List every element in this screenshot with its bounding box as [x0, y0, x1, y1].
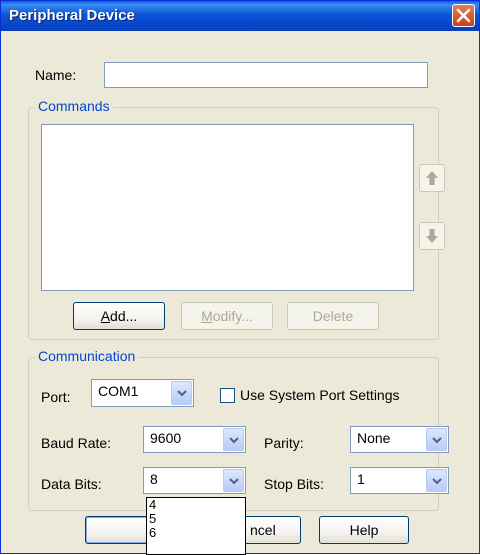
communication-group-label: Communication	[35, 348, 139, 364]
modify-button-mnemonic: M	[201, 308, 213, 324]
name-label: Name:	[35, 67, 77, 83]
stop-bits-label: Stop Bits:	[264, 476, 324, 492]
chevron-down-icon	[229, 437, 239, 444]
window-title: Peripheral Device	[9, 7, 135, 24]
parity-label: Parity:	[264, 435, 304, 451]
data-bits-label: Data Bits:	[41, 476, 102, 492]
move-up-button[interactable]	[419, 164, 445, 192]
port-label: Port:	[41, 389, 71, 405]
dropdown-option[interactable]: 4	[147, 498, 245, 512]
move-down-button[interactable]	[419, 222, 445, 250]
peripheral-device-dialog: Peripheral Device Name: Commands Add... …	[0, 0, 480, 555]
cancel-button-label: ncel	[250, 522, 276, 538]
baud-rate-combobox[interactable]: 9600	[143, 426, 246, 453]
arrow-down-icon	[426, 229, 438, 243]
data-bits-combobox[interactable]: 8	[143, 467, 246, 494]
delete-button[interactable]: Delete	[287, 302, 379, 330]
arrow-up-icon	[426, 171, 438, 185]
add-button-label: dd...	[110, 308, 138, 324]
commands-list[interactable]	[41, 124, 414, 291]
parity-value: None	[357, 430, 391, 446]
data-bits-dropdown-list[interactable]: 4 5 6	[146, 497, 246, 555]
data-bits-value: 8	[150, 471, 158, 487]
parity-combobox[interactable]: None	[350, 426, 449, 453]
stop-bits-value: 1	[357, 471, 365, 487]
port-value: COM1	[98, 383, 139, 399]
port-combobox[interactable]: COM1	[91, 379, 194, 407]
chevron-down-icon	[229, 478, 239, 485]
use-system-port-settings-label[interactable]: Use System Port Settings	[240, 387, 400, 403]
parity-dropdown-button[interactable]	[426, 428, 447, 451]
modify-button-label: odify...	[212, 308, 253, 324]
commands-group-label: Commands	[35, 98, 113, 114]
dropdown-option[interactable]: 5	[147, 512, 245, 526]
add-button[interactable]: Add...	[73, 302, 165, 330]
port-dropdown-button[interactable]	[171, 381, 192, 405]
dropdown-option[interactable]: 6	[147, 526, 245, 540]
chevron-down-icon	[177, 390, 187, 397]
chevron-down-icon	[432, 437, 442, 444]
modify-button[interactable]: Modify...	[181, 302, 273, 330]
close-button[interactable]	[452, 4, 475, 27]
name-input[interactable]	[104, 62, 428, 88]
use-system-port-settings-checkbox[interactable]	[220, 388, 235, 403]
help-button[interactable]: Help	[319, 516, 409, 544]
data-bits-dropdown-button[interactable]	[223, 469, 244, 492]
baud-rate-label: Baud Rate:	[41, 435, 112, 451]
baud-rate-value: 9600	[150, 430, 182, 446]
close-icon	[456, 8, 471, 23]
stop-bits-combobox[interactable]: 1	[350, 467, 449, 494]
chevron-down-icon	[432, 478, 442, 485]
title-bar[interactable]: Peripheral Device	[1, 1, 479, 31]
add-button-mnemonic: A	[100, 308, 111, 324]
baud-rate-dropdown-button[interactable]	[223, 428, 244, 451]
stop-bits-dropdown-button[interactable]	[426, 469, 447, 492]
